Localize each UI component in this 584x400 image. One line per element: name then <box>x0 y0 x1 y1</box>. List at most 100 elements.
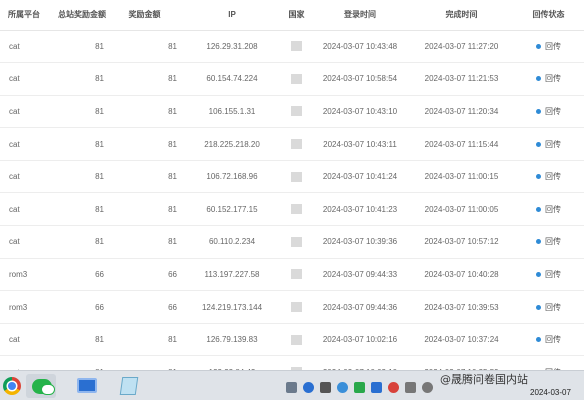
status-label: 回传 <box>545 237 561 247</box>
status-label: 回传 <box>545 41 561 51</box>
header-login-time[interactable]: 登录时间 <box>310 0 410 31</box>
cell-finish-time: 2024-03-07 10:40:28 <box>410 258 513 292</box>
status-badge: 回传 <box>536 139 561 150</box>
help-icon[interactable] <box>303 381 314 393</box>
cell-reward: 81 <box>108 355 181 370</box>
cell-reward: 66 <box>108 290 181 324</box>
cell-reward: 66 <box>108 258 181 292</box>
table-row[interactable]: rom3 66 66 113.197.227.58 2024-03-07 09:44:3… <box>0 258 584 292</box>
country-flag-icon <box>291 204 302 215</box>
cell-platform: rom3 <box>0 258 56 292</box>
status-label: 回传 <box>545 106 561 116</box>
keyboard-icon[interactable] <box>405 381 416 393</box>
cell-reward: 81 <box>108 192 181 227</box>
cell-reward: 81 <box>108 127 181 161</box>
country-flag-icon <box>291 106 302 117</box>
wechat-tray-icon[interactable] <box>354 381 365 393</box>
status-badge: 回传 <box>536 204 561 215</box>
table-header: 所属平台 总站奖励金额 奖励金额 IP 国家 登录时间 完成时间 回传状态 <box>0 0 584 31</box>
country-flag-icon <box>291 269 302 280</box>
header-callback-status[interactable]: 回传状态 <box>513 0 584 31</box>
cell-finish-time: 2024-03-07 10:57:12 <box>410 225 513 259</box>
status-dot-icon <box>536 304 541 310</box>
wechat-icon <box>32 379 55 395</box>
cell-finish-time: 2024-03-07 11:00:15 <box>410 160 513 194</box>
wechat-taskbar-button[interactable] <box>26 374 56 398</box>
table-row[interactable]: cat 81 81 60.152.177.15 2024-03-07 10:41:23 2… <box>0 192 584 227</box>
tray-app-icon-2[interactable] <box>371 381 382 393</box>
cell-platform: cat <box>0 160 56 194</box>
status-dot-icon <box>536 141 541 147</box>
table-row[interactable]: cat 81 81 106.72.168.96 2024-03-07 10:41:24 2… <box>0 160 584 194</box>
table-row[interactable]: cat 81 81 106.155.1.31 2024-03-07 10:43:10 20… <box>0 95 584 129</box>
country-flag-icon <box>291 139 302 150</box>
table-row[interactable]: rom3 66 66 124.219.173.144 2024-03-07 09:44:… <box>0 290 584 324</box>
country-flag-icon <box>291 171 302 182</box>
cell-finish-time: 2024-03-07 11:00:05 <box>410 192 513 227</box>
cell-login-time: 2024-03-07 10:43:48 <box>310 30 410 64</box>
status-label: 回传 <box>545 302 561 312</box>
tray-settings-icon[interactable] <box>320 381 331 393</box>
header-platform[interactable]: 所属平台 <box>0 0 56 31</box>
status-dot-icon <box>536 206 541 212</box>
notepad-icon <box>119 377 139 395</box>
cell-reward: 81 <box>108 225 181 259</box>
cell-platform: cat <box>0 127 56 161</box>
cell-country <box>283 30 310 64</box>
taskbar-date[interactable]: 2024-03-07 <box>530 388 571 397</box>
header-finish-time[interactable]: 完成时间 <box>410 0 513 31</box>
cell-country <box>283 95 310 129</box>
cell-login-time: 2024-03-07 09:44:36 <box>310 290 410 324</box>
status-label: 回传 <box>545 74 561 84</box>
table-row[interactable]: cat 81 81 60.110.2.234 2024-03-07 10:39:36 20… <box>0 225 584 259</box>
status-badge: 回传 <box>536 302 561 313</box>
orders-table-panel: 所属平台 总站奖励金额 奖励金额 IP 国家 登录时间 完成时间 回传状态 ca… <box>0 0 584 370</box>
cell-platform: cat <box>0 355 56 370</box>
status-dot-icon <box>536 108 541 114</box>
tray-app-icon[interactable] <box>286 381 297 393</box>
notification-icon[interactable] <box>388 381 399 393</box>
table-row[interactable]: cat 81 81 60.154.74.224 2024-03-07 10:58:54 2… <box>0 62 584 96</box>
status-label: 回传 <box>545 269 561 279</box>
table-row[interactable]: cat 81 81 126.29.31.208 2024-03-07 10:43:48 2… <box>0 30 584 64</box>
status-badge: 回传 <box>536 236 561 247</box>
cell-callback-status: 回传 <box>513 258 584 292</box>
header-reward[interactable]: 奖励金额 <box>108 0 181 31</box>
status-label: 回传 <box>545 335 561 345</box>
header-country[interactable]: 国家 <box>283 0 310 31</box>
cell-reward: 81 <box>108 95 181 129</box>
country-flag-icon <box>291 41 302 52</box>
watermark-text: @晟腾问卷国内站 <box>440 373 528 386</box>
remote-desktop-taskbar-button[interactable] <box>72 374 102 398</box>
table-row[interactable]: cat 81 81 218.225.218.20 2024-03-07 10:43:11… <box>0 127 584 161</box>
table-row[interactable]: cat 81 81 126.79.139.83 2024-03-07 10:02:16 2… <box>0 323 584 357</box>
cell-reward: 81 <box>108 323 181 357</box>
cell-total-reward: 81 <box>56 323 108 357</box>
notepad-taskbar-button[interactable] <box>114 374 144 398</box>
cell-callback-status: 回传 <box>513 160 584 194</box>
country-flag-icon <box>291 302 302 313</box>
cell-country <box>283 258 310 292</box>
cell-country <box>283 290 310 324</box>
status-dot-icon <box>536 239 541 245</box>
cell-ip: 126.79.139.83 <box>181 323 283 357</box>
status-badge: 回传 <box>536 269 561 280</box>
cell-country <box>283 323 310 357</box>
volume-icon[interactable] <box>422 381 433 393</box>
cell-platform: cat <box>0 30 56 64</box>
cell-total-reward: 81 <box>56 192 108 227</box>
cell-finish-time: 2024-03-07 10:39:53 <box>410 290 513 324</box>
status-badge: 回传 <box>536 106 561 117</box>
network-icon[interactable] <box>337 381 348 393</box>
orders-table: 所属平台 总站奖励金额 奖励金额 IP 国家 登录时间 完成时间 回传状态 ca… <box>0 0 584 370</box>
cell-callback-status: 回传 <box>513 355 584 370</box>
header-ip[interactable]: IP <box>181 0 283 31</box>
cell-login-time: 2024-03-07 10:39:36 <box>310 225 410 259</box>
cell-platform: cat <box>0 225 56 259</box>
cell-login-time: 2024-03-07 10:02:16 <box>310 323 410 357</box>
cell-total-reward: 81 <box>56 30 108 64</box>
header-total-reward[interactable]: 总站奖励金额 <box>56 0 108 31</box>
cell-country <box>283 192 310 227</box>
remote-desktop-icon <box>77 378 97 393</box>
table-row[interactable]: cat8181133.32.84.422024-03-07 10:02:1020… <box>0 355 584 370</box>
